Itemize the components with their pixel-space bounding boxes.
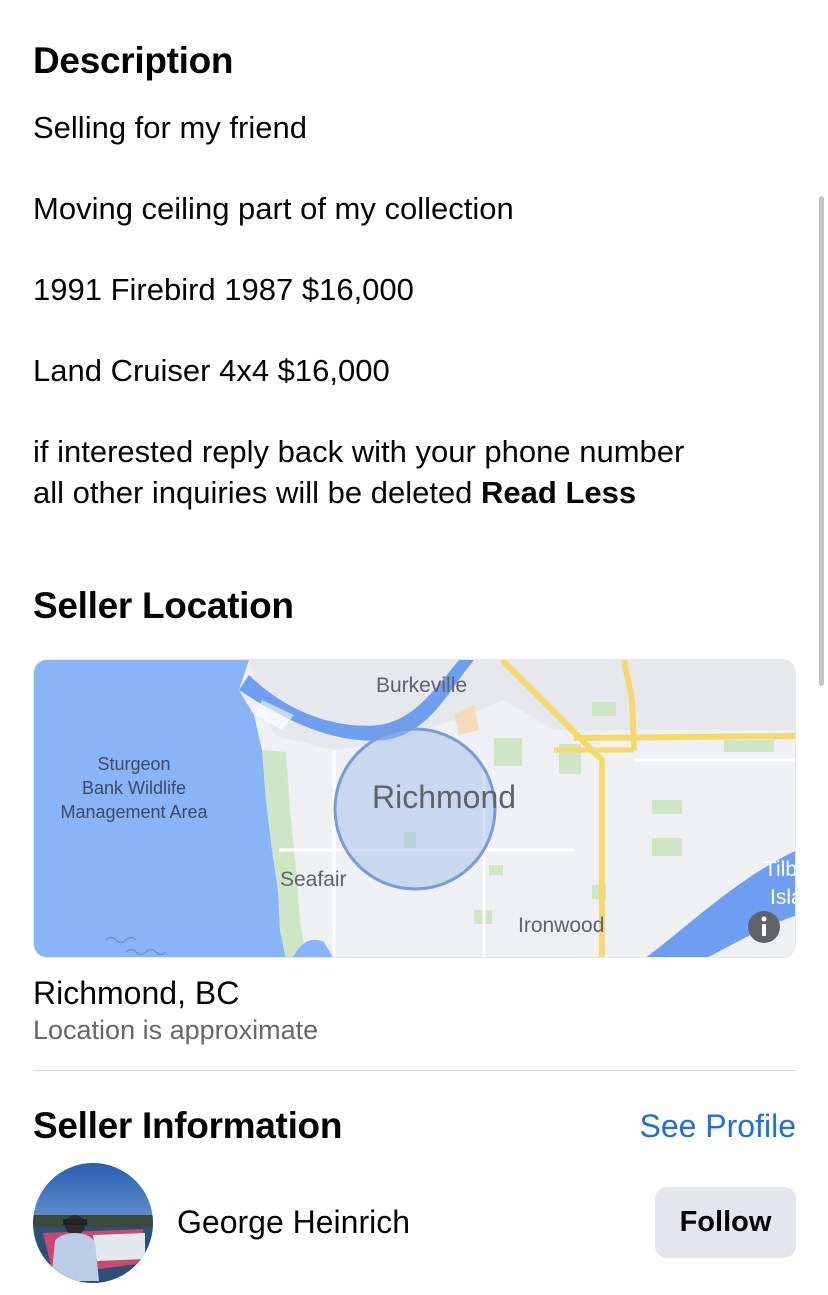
- see-profile-link[interactable]: See Profile: [639, 1108, 796, 1145]
- map-label-tilbury: Isla: [770, 886, 796, 909]
- description-line: if interested reply back with your phone…: [33, 434, 685, 469]
- map-label-sturgeon: Management Area: [60, 802, 208, 822]
- follow-button[interactable]: Follow: [655, 1187, 796, 1258]
- divider: [33, 1070, 796, 1071]
- description-last-line: all other inquiries will be deleted Read…: [33, 472, 636, 513]
- map-label-ironwood: Ironwood: [518, 914, 604, 937]
- description-heading: Description: [33, 40, 234, 81]
- description-line: Selling for my friend: [33, 110, 307, 145]
- map-label-seafair: Seafair: [280, 868, 347, 891]
- map-label-sturgeon: Sturgeon: [97, 754, 170, 774]
- seller-location-heading: Seller Location: [33, 585, 294, 626]
- description-line: all other inquiries will be deleted: [33, 475, 473, 510]
- seller-avatar[interactable]: [33, 1163, 153, 1283]
- location-city: Richmond, BC: [33, 975, 240, 1011]
- read-less-link[interactable]: Read Less: [481, 475, 636, 510]
- map-label-richmond: Richmond: [372, 779, 516, 815]
- description-line: 1991 Firebird 1987 $16,000: [33, 272, 414, 307]
- description-line: Moving ceiling part of my collection: [33, 191, 514, 226]
- scrollbar[interactable]: [819, 196, 824, 686]
- map-label-burkeville: Burkeville: [376, 674, 467, 697]
- seller-name[interactable]: George Heinrich: [177, 1204, 410, 1241]
- info-icon[interactable]: [748, 911, 780, 943]
- map-label-sturgeon: Bank Wildlife: [82, 778, 186, 798]
- location-map[interactable]: Burkeville Sturgeon Bank Wildlife Manage…: [33, 659, 796, 958]
- description-line: Land Cruiser 4x4 $16,000: [33, 353, 390, 388]
- location-approximate-note: Location is approximate: [33, 1015, 319, 1045]
- seller-information-heading: Seller Information: [33, 1105, 343, 1146]
- map-label-tilbury: Tilb: [764, 858, 796, 881]
